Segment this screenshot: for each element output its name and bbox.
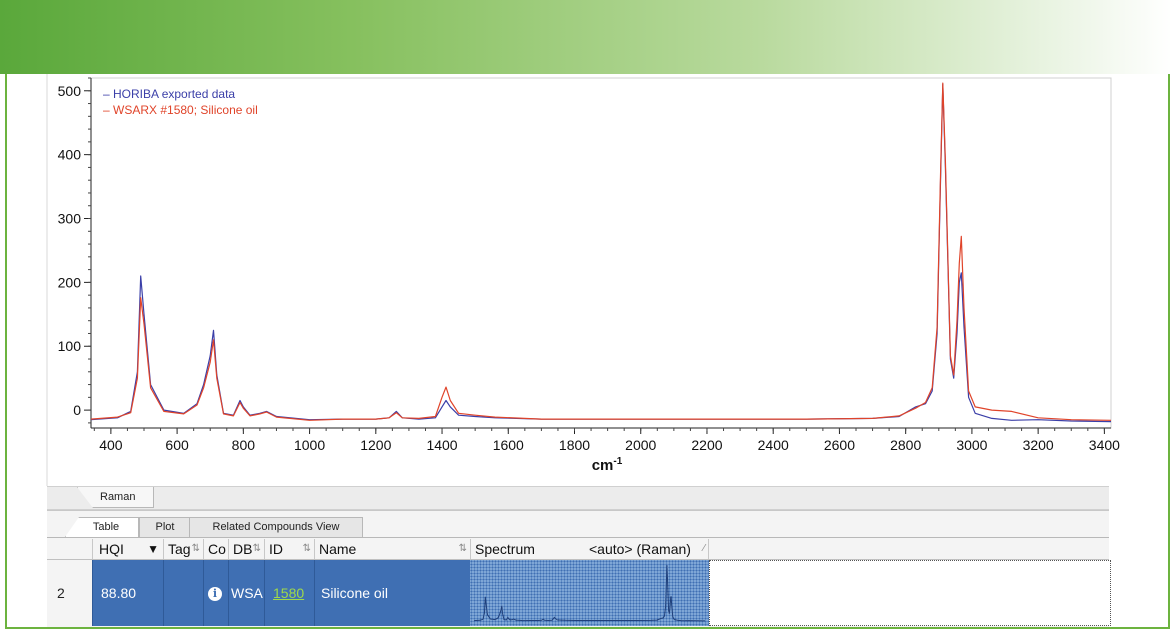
y-tick-label: 200 bbox=[58, 274, 82, 290]
results-tabs: Table Plot Related Compounds View bbox=[47, 515, 1109, 538]
tab-raman[interactable]: Raman bbox=[77, 487, 155, 508]
x-tick-label: 3200 bbox=[1023, 437, 1054, 453]
info-icon[interactable]: i bbox=[208, 587, 222, 602]
cell-spectrum-thumbnail[interactable] bbox=[470, 560, 709, 626]
sort-arrows-icon: ⇅ bbox=[302, 543, 311, 554]
x-tick-label: 2200 bbox=[691, 437, 722, 453]
cell-name[interactable]: Silicone oil bbox=[314, 560, 470, 626]
cell-co[interactable]: i bbox=[203, 560, 228, 626]
x-tick-label: 1400 bbox=[426, 437, 457, 453]
app-frame: 400 600 800 1000 1200 1400 1600 1800 2000 2200 240… bbox=[5, 74, 1170, 629]
cell-hqi[interactable]: 88.80 bbox=[92, 560, 163, 626]
x-tick-label: 2600 bbox=[824, 437, 855, 453]
spectrum-mode-label[interactable]: <auto> (Raman) bbox=[589, 539, 691, 559]
spectrum-thumbnail-line bbox=[473, 565, 706, 622]
x-tick-label: 1200 bbox=[360, 437, 391, 453]
spectrum-thumbnail bbox=[473, 565, 706, 622]
thumbnail-line bbox=[473, 565, 706, 622]
x-tick-label: 2400 bbox=[758, 437, 789, 453]
tab-table[interactable]: Table bbox=[65, 517, 139, 537]
sort-arrows-icon: ⇅ bbox=[252, 543, 261, 554]
x-tick-label: 1000 bbox=[294, 437, 325, 453]
x-tick-label: 3400 bbox=[1089, 437, 1120, 453]
y-tick-label: 400 bbox=[58, 147, 82, 163]
results-panel: Table Plot Related Compounds View HQI ▼ … bbox=[47, 510, 1111, 627]
y-tick-label: 300 bbox=[58, 211, 82, 227]
sort-arrows-icon: ⇅ bbox=[191, 543, 200, 554]
empty-cell bbox=[709, 560, 1111, 626]
row-index: 2 bbox=[47, 560, 92, 626]
x-tick-label: 1800 bbox=[559, 437, 590, 453]
results-table-header: HQI ▼ Tag ⇅ Co DB ⇅ ID ⇅ Name ⇅ Spectrum… bbox=[47, 539, 1109, 560]
y-tick-label: 0 bbox=[73, 402, 81, 418]
column-header-spectrum-label: Spectrum bbox=[475, 541, 535, 557]
column-header-hqi[interactable]: HQI ▼ bbox=[92, 539, 163, 559]
x-tick-label: 1600 bbox=[493, 437, 524, 453]
column-header-co-label: Co bbox=[208, 541, 226, 557]
x-tick-label: 2800 bbox=[890, 437, 921, 453]
x-tick-label: 2000 bbox=[625, 437, 656, 453]
y-tick-label: 500 bbox=[58, 83, 82, 99]
column-header-name[interactable]: Name ⇅ bbox=[314, 539, 470, 559]
column-header-db-label: DB bbox=[233, 541, 253, 557]
x-tick-label: 400 bbox=[99, 437, 123, 453]
column-header-id[interactable]: ID ⇅ bbox=[264, 539, 314, 559]
view-tab-strip: Raman bbox=[47, 486, 1109, 510]
spectrum-chart-svg: 400 600 800 1000 1200 1400 1600 1800 2000 2200 240… bbox=[7, 74, 1168, 486]
legend-entry-horiba: – HORIBA exported data bbox=[103, 87, 235, 101]
table-row[interactable]: 2 88.80 i WSARX 1580 Silicone oil bbox=[47, 560, 1111, 626]
column-header-hqi-label: HQI bbox=[99, 541, 124, 557]
header-banner bbox=[0, 0, 1172, 74]
y-tick-label: 100 bbox=[58, 338, 82, 354]
sort-descending-icon[interactable]: ▼ bbox=[147, 539, 159, 559]
x-tick-label: 3000 bbox=[956, 437, 987, 453]
column-header-co[interactable]: Co bbox=[203, 539, 228, 559]
column-header-tag-label: Tag bbox=[168, 541, 191, 557]
column-header-tag[interactable]: Tag ⇅ bbox=[163, 539, 203, 559]
sort-arrows-icon: ⇅ bbox=[458, 543, 467, 554]
column-header-db[interactable]: DB ⇅ bbox=[228, 539, 264, 559]
legend-entry-wsarx: – WSARX #1580; Silicone oil bbox=[103, 103, 258, 117]
x-tick-label: 600 bbox=[165, 437, 189, 453]
tab-plot[interactable]: Plot bbox=[139, 517, 191, 537]
tab-related-compounds[interactable]: Related Compounds View bbox=[189, 517, 363, 537]
spectrum-chart: 400 600 800 1000 1200 1400 1600 1800 2000 2200 240… bbox=[7, 74, 1168, 486]
cell-tag[interactable] bbox=[163, 560, 203, 626]
column-header-name-label: Name bbox=[319, 541, 357, 557]
x-tick-label: 800 bbox=[232, 437, 256, 453]
cell-id-link[interactable]: 1580 bbox=[264, 560, 314, 626]
cell-db[interactable]: WSARX bbox=[228, 560, 264, 626]
column-header-id-label: ID bbox=[269, 541, 283, 557]
resize-grip-icon[interactable]: ⁄ bbox=[703, 539, 705, 559]
column-header-spectrum[interactable]: Spectrum <auto> (Raman) ⁄ bbox=[470, 539, 709, 559]
